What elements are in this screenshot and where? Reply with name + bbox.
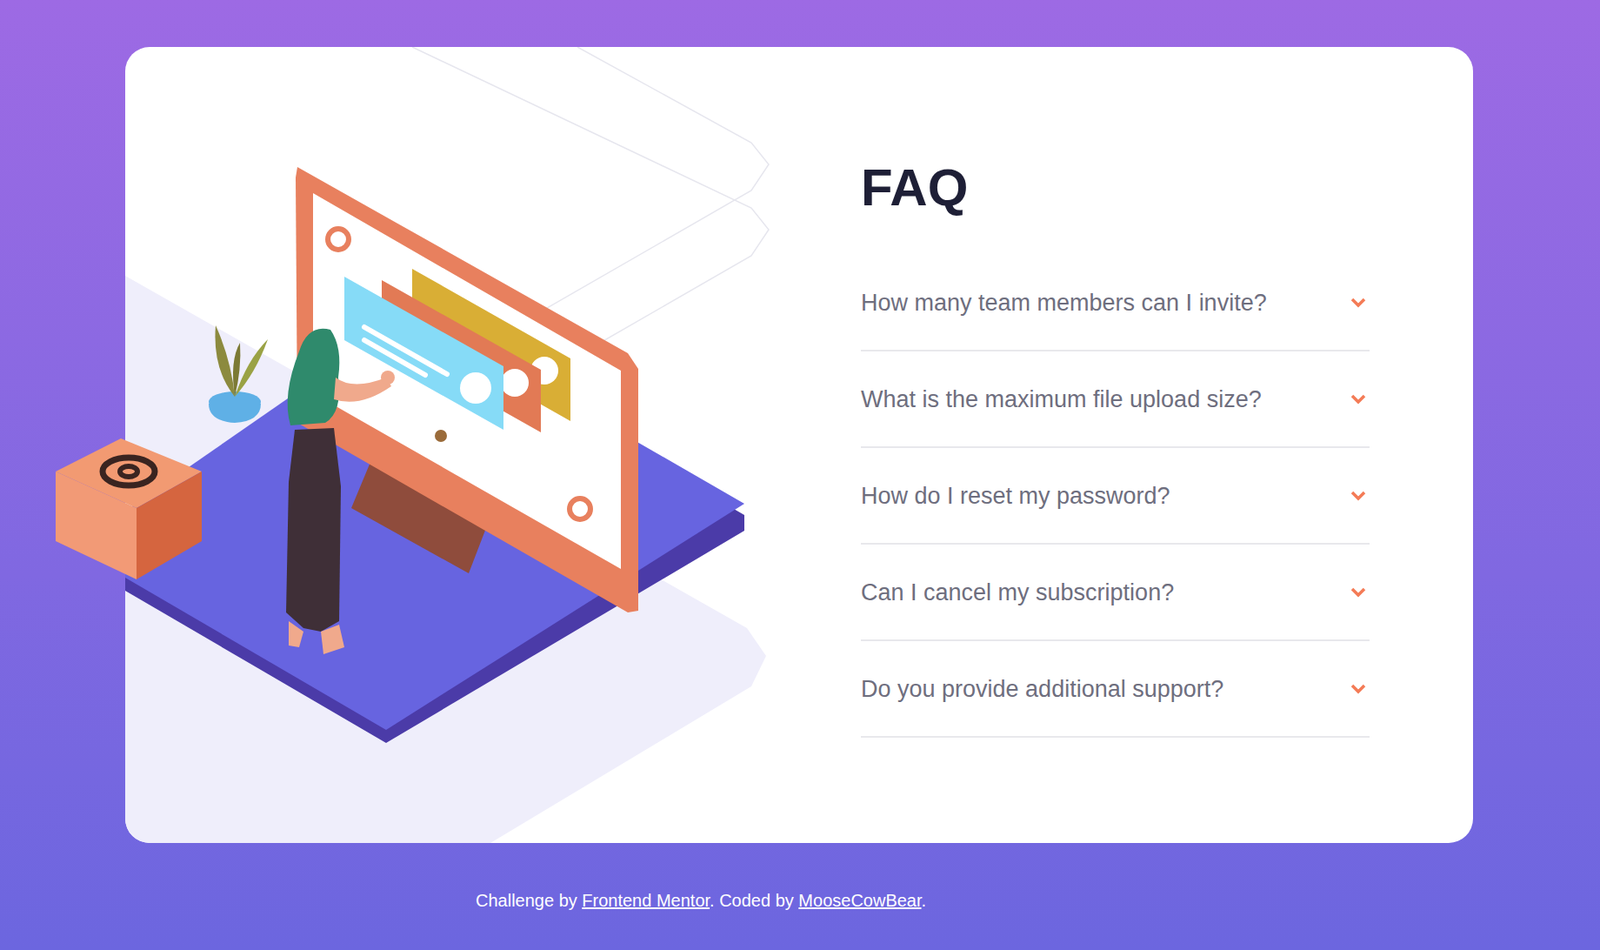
illustration	[125, 46, 861, 843]
attribution-text: . Coded by	[709, 890, 799, 910]
chevron-icon[interactable]	[1350, 683, 1367, 694]
author-link[interactable]: MooseCowBear	[798, 890, 921, 910]
chevron-icon[interactable]	[1350, 297, 1367, 308]
faq-question[interactable]: Do you provide additional support?	[860, 673, 1224, 705]
faq-item[interactable]: Can I cancel my subscription?	[860, 544, 1370, 641]
faq-item[interactable]: How do I reset my password?	[860, 447, 1370, 545]
attribution-text: Challenge by	[475, 890, 582, 910]
faq-card: FAQ How many team members can I invite? W…	[125, 46, 1474, 843]
faq-item[interactable]: Do you provide additional support?	[860, 640, 1370, 738]
frontend-mentor-link[interactable]: Frontend Mentor	[581, 890, 710, 910]
chevron-icon[interactable]	[1350, 490, 1367, 501]
attribution: Challenge by Frontend Mentor. Coded by M…	[0, 842, 1600, 913]
faq-question[interactable]: What is the maximum file upload size?	[860, 383, 1262, 415]
attribution-text: .	[921, 890, 927, 910]
faq-list: How many team members can I invite? What …	[860, 254, 1370, 738]
faq-question[interactable]: How many team members can I invite?	[860, 286, 1267, 319]
faq-item[interactable]: What is the maximum file upload size?	[860, 351, 1370, 448]
faq-question[interactable]: Can I cancel my subscription?	[860, 576, 1174, 608]
faq-item[interactable]: How many team members can I invite?	[860, 254, 1370, 352]
woman-at-screen-icon	[38, 46, 908, 843]
chevron-icon[interactable]	[1350, 393, 1367, 405]
faq-panel: FAQ How many team members can I invite? W…	[860, 46, 1370, 843]
faq-question[interactable]: How do I reset my password?	[860, 480, 1171, 512]
chevron-icon[interactable]	[1350, 586, 1367, 598]
faq-heading: FAQ	[860, 161, 1370, 214]
